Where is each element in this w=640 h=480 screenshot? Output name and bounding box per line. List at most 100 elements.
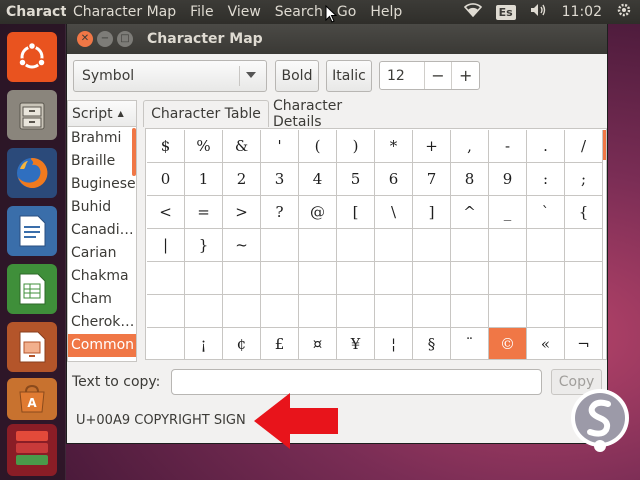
menu-file[interactable]: File [183,4,220,20]
char-cell[interactable]: | [147,229,185,262]
script-item-cham[interactable]: Cham [68,288,136,311]
char-cell[interactable]: ; [565,163,603,196]
char-cell[interactable]: 9 [489,163,527,196]
gear-icon[interactable] [616,2,632,22]
maximize-button[interactable]: □ [117,31,133,47]
char-cell[interactable] [337,295,375,328]
char-cell[interactable]: \ [375,196,413,229]
char-cell[interactable] [527,295,565,328]
char-cell[interactable] [565,295,603,328]
char-cell[interactable]: £ [261,328,299,359]
char-cell[interactable] [489,229,527,262]
script-list-scrollbar[interactable] [132,128,136,176]
char-cell[interactable]: § [413,328,451,359]
files-icon[interactable] [7,90,57,140]
font-size-spinner[interactable]: 12 − + [379,61,480,90]
clock[interactable]: 11:02 [562,4,602,20]
char-cell[interactable] [375,229,413,262]
script-item-common[interactable]: Common [68,334,136,357]
char-cell[interactable]: ¬ [565,328,603,359]
char-cell[interactable]: ] [413,196,451,229]
tab-character-table[interactable]: Character Table [143,100,269,127]
char-cell[interactable]: ¡ [185,328,223,359]
char-cell[interactable]: + [413,130,451,163]
script-item-carian[interactable]: Carian [68,242,136,265]
char-cell[interactable] [565,262,603,295]
script-item-brahmi[interactable]: Brahmi [68,127,136,150]
char-cell[interactable]: 1 [185,163,223,196]
char-cell[interactable] [489,295,527,328]
char-cell[interactable] [451,229,489,262]
char-cell[interactable]: & [223,130,261,163]
char-cell[interactable]: 3 [261,163,299,196]
char-cell[interactable]: < [147,196,185,229]
char-cell[interactable] [527,262,565,295]
char-cell[interactable] [527,229,565,262]
char-cell[interactable]: ¢ [223,328,261,359]
script-item-chakma[interactable]: Chakma [68,265,136,288]
char-cell[interactable]: $ [147,130,185,163]
char-cell[interactable] [337,262,375,295]
char-cell[interactable]: 4 [299,163,337,196]
char-cell[interactable]: = [185,196,223,229]
text-to-copy-input[interactable] [171,369,542,395]
char-cell[interactable]: % [185,130,223,163]
calc-icon[interactable] [7,264,57,314]
char-cell[interactable]: ? [261,196,299,229]
italic-button[interactable]: Italic [326,60,372,92]
char-cell[interactable] [375,262,413,295]
char-cell[interactable] [261,295,299,328]
char-cell[interactable]: [ [337,196,375,229]
char-cell[interactable]: : [527,163,565,196]
char-cell[interactable] [565,229,603,262]
char-cell[interactable]: { [565,196,603,229]
script-item-cherokee[interactable]: Cherok… [68,311,136,334]
char-cell[interactable]: > [223,196,261,229]
char-cell[interactable]: * [375,130,413,163]
char-cell[interactable]: ^ [451,196,489,229]
trash-stack-icon[interactable] [7,424,57,476]
char-cell[interactable]: ` [527,196,565,229]
char-cell[interactable] [261,229,299,262]
char-cell[interactable]: 8 [451,163,489,196]
decrease-size-button[interactable]: − [423,62,452,89]
wifi-icon[interactable] [463,3,482,21]
font-size-value[interactable]: 12 [380,68,424,84]
char-cell[interactable]: ~ [223,229,261,262]
char-cell[interactable]: ( [299,130,337,163]
char-cell[interactable] [413,229,451,262]
char-cell[interactable]: ¥ [337,328,375,359]
menu-search[interactable]: Search [268,4,330,20]
script-item-canadian[interactable]: Canadi… [68,219,136,242]
writer-icon[interactable] [7,206,57,256]
menu-help[interactable]: Help [363,4,409,20]
char-cell[interactable]: - [489,130,527,163]
char-cell[interactable] [413,262,451,295]
char-cell[interactable]: ¦ [375,328,413,359]
script-item-buginese[interactable]: Buginese [68,173,136,196]
impress-icon[interactable] [7,322,57,372]
char-cell[interactable]: 7 [413,163,451,196]
tab-character-details[interactable]: Character Details [273,98,393,130]
char-cell[interactable]: ) [337,130,375,163]
char-cell[interactable]: « [527,328,565,359]
char-cell[interactable] [451,295,489,328]
font-family-combo[interactable]: Symbol [73,60,267,92]
bold-button[interactable]: Bold [275,60,319,92]
script-column-header[interactable]: Script ▲ [68,101,136,127]
char-cell[interactable] [299,262,337,295]
char-cell[interactable] [147,295,185,328]
character-table-scrollbar[interactable] [603,130,606,160]
script-item-buhid[interactable]: Buhid [68,196,136,219]
script-list[interactable]: Script ▲ Brahmi Braille Buginese Buhid C… [67,100,137,362]
char-cell[interactable]: _ [489,196,527,229]
char-cell[interactable] [299,295,337,328]
char-cell[interactable]: 6 [375,163,413,196]
menu-view[interactable]: View [221,4,268,20]
char-cell[interactable]: © [489,328,527,359]
character-grid[interactable]: $% & '() * +, -./ 0 1 2 3 4 5 6 7 8 9:; < = >? @[\] ^ _ `{|} ~ ¡… [147,130,603,359]
firefox-icon[interactable] [7,148,57,198]
window-titlebar[interactable]: ✕ − □ Character Map [67,24,607,54]
volume-icon[interactable] [530,3,548,21]
char-cell[interactable] [489,262,527,295]
